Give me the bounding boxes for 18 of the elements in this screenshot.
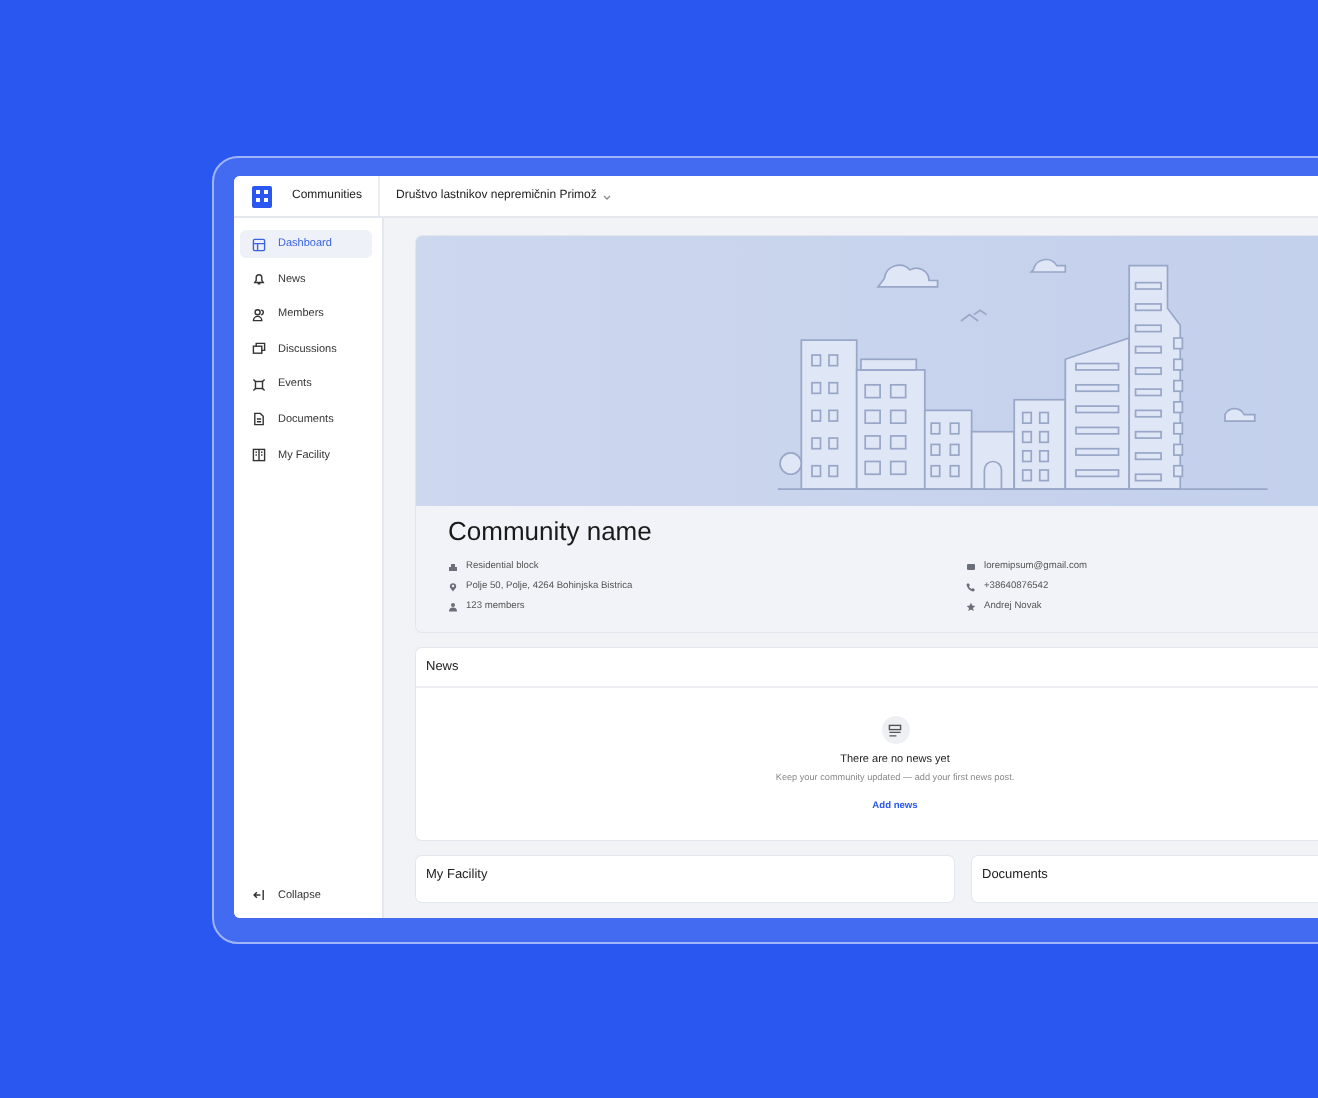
- book-icon: [252, 448, 266, 463]
- community-name: Community name: [448, 516, 654, 546]
- mail-icon: [966, 561, 976, 571]
- building-icon: [448, 561, 458, 571]
- frame-icon: [252, 377, 266, 392]
- phone-icon: [966, 581, 976, 591]
- dashboard-icon: [252, 237, 266, 251]
- star-icon: [966, 601, 976, 611]
- person-icon: [448, 601, 458, 611]
- document-icon: [252, 412, 266, 427]
- people-icon: [252, 307, 266, 322]
- caret-icon: [602, 191, 613, 201]
- collapse-icon: [252, 888, 266, 902]
- logo-icon[interactable]: [252, 185, 272, 207]
- bell-icon: [252, 272, 266, 287]
- news-icon: [881, 716, 909, 744]
- chat-icon: [252, 342, 266, 357]
- pin-icon: [448, 581, 458, 591]
